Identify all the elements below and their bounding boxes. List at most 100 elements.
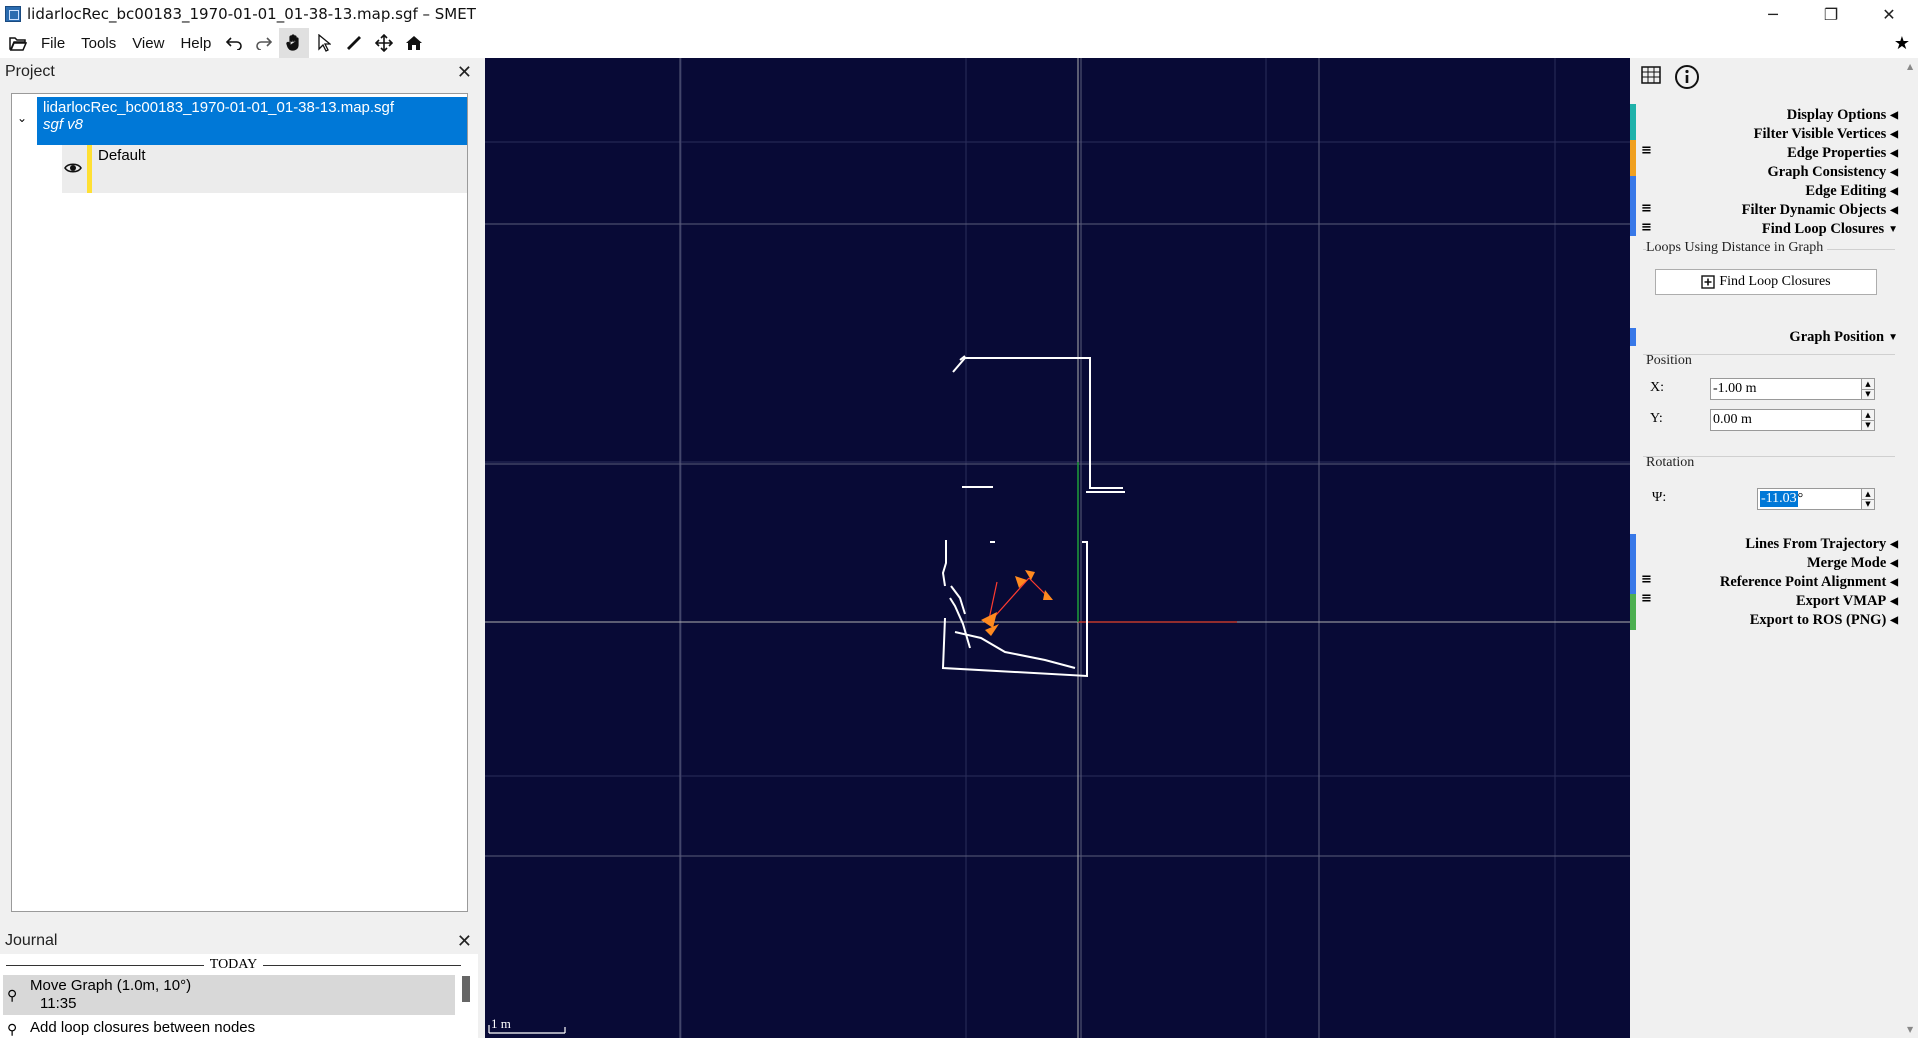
color-strip-blue <box>1630 176 1636 236</box>
color-strip-green <box>1630 594 1636 630</box>
chevron-down-icon[interactable]: ▼ <box>1862 390 1874 400</box>
select-pointer-icon[interactable] <box>309 28 339 58</box>
chevron-down-icon: ▼ <box>1888 224 1898 235</box>
section-lines-from-trajectory[interactable]: Lines From Trajectory ◀ <box>1745 535 1898 554</box>
menu-bar: File Tools View Help ★ <box>0 28 1918 58</box>
loops-group: Loops Using Distance in Graph Find Loop … <box>1643 240 1895 319</box>
restore-button[interactable]: ❐ <box>1802 0 1860 28</box>
section-filter-visible-vertices[interactable]: Filter Visible Vertices ◀ <box>1754 125 1898 144</box>
section-label: Display Options <box>1786 107 1887 123</box>
menu-view[interactable]: View <box>124 35 172 52</box>
project-tree[interactable]: ⌄ lidarlocRec_bc00183_1970-01-01_01-38-1… <box>11 93 468 912</box>
close-window-button[interactable]: ✕ <box>1860 0 1918 28</box>
project-panel-header: Project ✕ <box>0 60 478 84</box>
layer-color-bar <box>87 145 92 193</box>
section-label: Lines From Trajectory <box>1745 536 1887 552</box>
journal-node-icon: ⚲ <box>7 987 18 1003</box>
chevron-left-icon: ◀ <box>1890 186 1898 197</box>
rotation-stepper[interactable]: ▲ ▼ <box>1861 488 1875 510</box>
y-stepper[interactable]: ▲ ▼ <box>1861 409 1875 431</box>
drag-handle-icon[interactable]: ≡ <box>1641 144 1652 157</box>
section-label: Edge Editing <box>1805 183 1887 199</box>
redo-icon[interactable] <box>249 28 279 58</box>
undo-icon[interactable] <box>219 28 249 58</box>
menu-tools[interactable]: Tools <box>73 35 124 52</box>
section-edge-properties[interactable]: Edge Properties ◀ <box>1787 144 1898 163</box>
scroll-down-icon[interactable]: ▼ <box>1907 1025 1913 1034</box>
move-cross-icon[interactable] <box>369 28 399 58</box>
right-panel-scrollbar[interactable]: ▲ ▼ <box>1904 58 1918 1038</box>
journal-list[interactable]: TODAY ⚲ Move Graph (1.0m, 10°) 11:35 ⚲ A… <box>0 954 478 1038</box>
chevron-up-icon[interactable]: ▲ <box>1862 379 1874 390</box>
chevron-left-icon: ◀ <box>1890 596 1898 607</box>
section-label: Export to ROS (PNG) <box>1749 612 1887 628</box>
map-canvas[interactable] <box>485 58 1630 1038</box>
drag-handle-icon[interactable]: ≡ <box>1641 221 1652 234</box>
visibility-eye-icon[interactable] <box>64 159 82 177</box>
open-folder-icon[interactable] <box>3 28 33 58</box>
chevron-down-icon: ▼ <box>1888 332 1898 343</box>
chevron-down-icon[interactable]: ▼ <box>1862 421 1874 431</box>
right-panel: ≡ ≡ ≡ ≡ ≡ Display Options ◀ Filter Visibl… <box>1630 58 1918 1038</box>
section-label: Graph Consistency <box>1767 164 1887 180</box>
project-close-icon[interactable]: ✕ <box>457 60 472 84</box>
chevron-up-icon[interactable]: ▲ <box>1862 410 1874 421</box>
section-find-loop-closures[interactable]: Find Loop Closures ▼ <box>1762 220 1898 239</box>
lidar-point-cloud <box>941 355 1125 678</box>
section-merge-mode[interactable]: Merge Mode ◀ <box>1807 554 1898 573</box>
section-edge-editing[interactable]: Edge Editing ◀ <box>1805 182 1898 201</box>
section-graph-position[interactable]: Graph Position ▼ <box>1789 328 1898 347</box>
journal-close-icon[interactable]: ✕ <box>457 929 472 953</box>
chevron-down-icon[interactable]: ▼ <box>1862 500 1874 510</box>
drag-handle-icon[interactable]: ≡ <box>1641 592 1652 605</box>
journal-panel-header: Journal ✕ <box>0 929 478 953</box>
rotation-group: Rotation Ψ: -11.03 ° ▲ ▼ <box>1643 455 1895 516</box>
section-label: Merge Mode <box>1806 555 1887 571</box>
psi-label: Ψ: <box>1652 490 1667 505</box>
map-viewport[interactable]: 1 m <box>485 58 1630 1038</box>
section-export-ros-png[interactable]: Export to ROS (PNG) ◀ <box>1750 611 1898 630</box>
y-position-value: 0.00 m <box>1713 412 1752 427</box>
section-label: Export VMAP <box>1795 593 1887 609</box>
pan-hand-icon[interactable] <box>279 28 310 58</box>
pin-star-icon[interactable]: ★ <box>1894 28 1910 58</box>
section-graph-consistency[interactable]: Graph Consistency ◀ <box>1767 163 1898 182</box>
section-export-vmap[interactable]: Export VMAP ◀ <box>1796 592 1898 611</box>
journal-entry[interactable]: ⚲ Move Graph (1.0m, 10°) 11:35 <box>3 975 455 1015</box>
y-position-field[interactable]: 0.00 m <box>1710 409 1862 431</box>
table-settings-icon[interactable] <box>1640 64 1662 86</box>
menu-help[interactable]: Help <box>172 35 219 52</box>
rotation-value: -11.03 <box>1760 491 1798 507</box>
journal-scrollbar[interactable] <box>462 976 470 1002</box>
chevron-up-icon[interactable]: ▲ <box>1862 489 1874 500</box>
x-stepper[interactable]: ▲ ▼ <box>1861 378 1875 400</box>
home-icon[interactable] <box>399 28 429 58</box>
rotation-field[interactable]: -11.03 ° <box>1757 488 1862 510</box>
map-file-name: lidarlocRec_bc00183_1970-01-01_01-38-13.… <box>43 99 395 116</box>
color-strip-blue <box>1630 328 1636 346</box>
measure-ruler-icon[interactable] <box>339 28 369 58</box>
info-icon[interactable] <box>1674 64 1700 90</box>
title-bar: lidarlocRec_bc00183_1970-01-01_01-38-13.… <box>0 0 1918 28</box>
chevron-down-icon[interactable]: ⌄ <box>17 111 27 125</box>
section-display-options[interactable]: Display Options ◀ <box>1787 106 1898 125</box>
section-filter-dynamic-objects[interactable]: Filter Dynamic Objects ◀ <box>1742 201 1898 220</box>
color-strip-blue <box>1630 534 1636 594</box>
tree-item-map-file[interactable]: lidarlocRec_bc00183_1970-01-01_01-38-13.… <box>37 97 467 145</box>
journal-node-icon: ⚲ <box>7 1021 18 1037</box>
find-loop-closures-button[interactable]: Find Loop Closures <box>1655 269 1877 295</box>
drag-handle-icon[interactable]: ≡ <box>1641 202 1652 215</box>
section-reference-point-alignment[interactable]: Reference Point Alignment ◀ <box>1720 573 1898 592</box>
menu-file[interactable]: File <box>33 35 73 52</box>
minimize-button[interactable]: ─ <box>1744 0 1802 28</box>
section-label: Graph Position <box>1789 329 1885 345</box>
scroll-up-icon[interactable]: ▲ <box>1907 62 1913 71</box>
tree-item-default-layer[interactable]: Default <box>62 145 467 193</box>
x-position-field[interactable]: -1.00 m <box>1710 378 1862 400</box>
journal-entry[interactable]: ⚲ Add loop closures between nodes <box>3 1017 455 1038</box>
drag-handle-icon[interactable]: ≡ <box>1641 573 1652 586</box>
color-strip-teal <box>1630 104 1636 140</box>
chevron-left-icon: ◀ <box>1890 129 1898 140</box>
chevron-left-icon: ◀ <box>1890 558 1898 569</box>
section-label: Filter Dynamic Objects <box>1741 202 1887 218</box>
